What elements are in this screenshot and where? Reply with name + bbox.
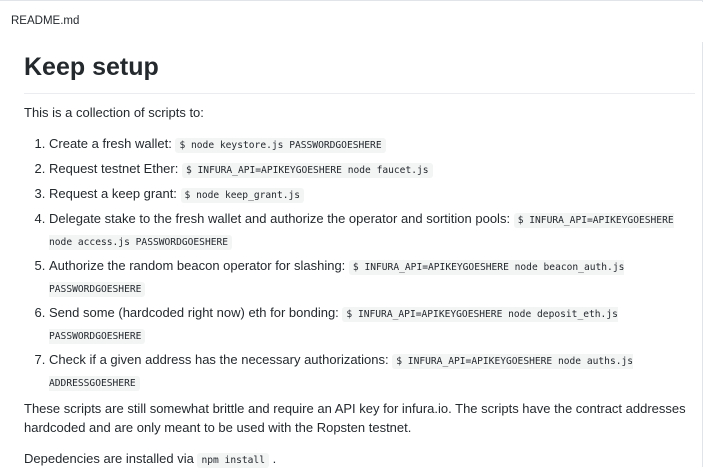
file-header: README.md xyxy=(0,2,703,42)
step-text: Check if a given address has the necessa… xyxy=(49,352,393,367)
list-item: Check if a given address has the necessa… xyxy=(49,350,695,394)
list-item: Send some (hardcoded right now) eth for … xyxy=(49,303,695,347)
list-item: Create a fresh wallet: $ node keystore.j… xyxy=(49,134,695,156)
steps-list: Create a fresh wallet: $ node keystore.j… xyxy=(24,134,695,394)
step-text: Create a fresh wallet: xyxy=(49,136,176,151)
deps-suffix: . xyxy=(268,451,277,466)
step-text: Delegate stake to the fresh wallet and a… xyxy=(49,211,514,226)
step-text: Request a keep grant: xyxy=(49,186,181,201)
dependencies-text: Depedencies are installed via npm instal… xyxy=(24,449,695,468)
intro-text: This is a collection of scripts to: xyxy=(24,105,204,120)
step-code: $ node keystore.js PASSWORDGOESHERE xyxy=(175,138,386,153)
step-text: Send some (hardcoded right now) eth for … xyxy=(49,305,343,320)
step-code: $ node keep_grant.js xyxy=(180,188,305,203)
file-name: README.md xyxy=(11,15,80,27)
readme-panel: README.md Keep setup This is a collectio… xyxy=(0,0,703,468)
step-code: $ INFURA_API=APIKEYGOESHERE node faucet.… xyxy=(181,163,433,178)
deps-prefix: Depedencies are installed via xyxy=(24,451,198,466)
list-item: Authorize the random beacon operator for… xyxy=(49,256,695,300)
step-text: Request testnet Ether: xyxy=(49,161,182,176)
list-item: Delegate stake to the fresh wallet and a… xyxy=(49,209,695,253)
list-item: Request testnet Ether: $ INFURA_API=APIK… xyxy=(49,159,695,181)
list-item: Request a keep grant: $ node keep_grant.… xyxy=(49,184,695,206)
page-title: Keep setup xyxy=(24,51,695,94)
step-text: Authorize the random beacon operator for… xyxy=(49,258,349,273)
deps-code: npm install xyxy=(197,453,269,468)
outro-text: These scripts are still somewhat brittle… xyxy=(24,401,686,435)
readme-content: Keep setup This is a collection of scrip… xyxy=(24,51,695,468)
